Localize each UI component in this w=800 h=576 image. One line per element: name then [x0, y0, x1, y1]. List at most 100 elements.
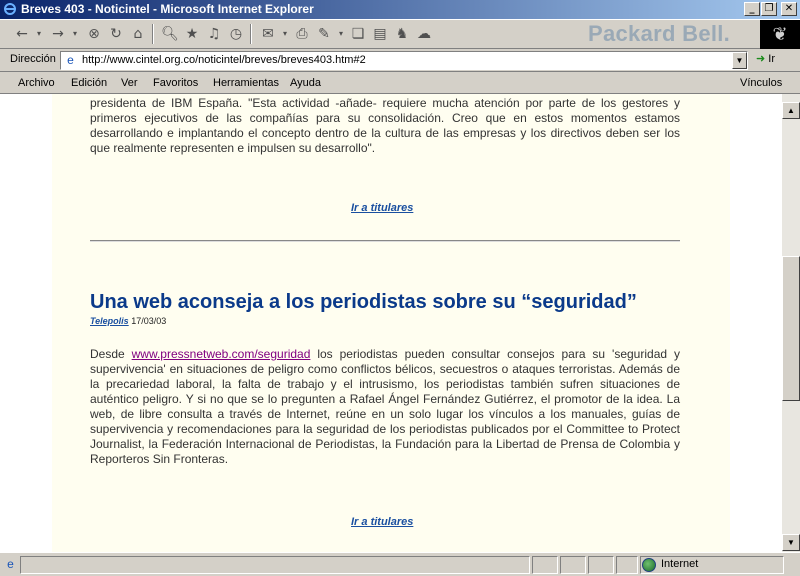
history-button[interactable]: ◷: [226, 23, 246, 45]
scroll-thumb[interactable]: [782, 256, 800, 401]
messenger-icon: ♞: [395, 26, 409, 42]
restore-icon: ❐: [764, 3, 774, 14]
research-button[interactable]: ▤: [370, 23, 390, 45]
stop-button[interactable]: ⊗: [84, 23, 104, 45]
address-input[interactable]: e http://www.cintel.org.co/noticintel/br…: [60, 51, 748, 70]
back-to-headlines-link[interactable]: Ir a titulares: [351, 202, 413, 214]
edit-dropdown[interactable]: ▾: [336, 23, 346, 45]
source-date: 17/03/03: [131, 316, 167, 326]
body-text: los periodistas pueden consultar consejo…: [90, 347, 680, 466]
minimize-icon: _: [749, 3, 755, 14]
history-icon: ◷: [229, 26, 243, 42]
scroll-down-button[interactable]: ▼: [782, 534, 800, 551]
status-pane-2: [532, 556, 558, 574]
page-viewport[interactable]: presidenta de IBM España. "Esta activida…: [0, 94, 782, 552]
home-icon: ⌂: [133, 26, 143, 42]
vertical-scrollbar[interactable]: ▲ ▼: [782, 94, 800, 552]
close-icon: ✕: [784, 3, 794, 14]
toolbar-separator: [250, 24, 252, 44]
menu-bar: Archivo Edición Ver Favoritos Herramient…: [0, 72, 800, 94]
print-icon: ⎙: [296, 26, 308, 42]
chevron-down-icon: ▾: [72, 29, 77, 38]
chevron-down-icon: ▼: [735, 56, 744, 65]
page-status-icon: e: [7, 557, 14, 571]
back-button[interactable]: ←: [10, 23, 34, 45]
standard-toolbar: ← ▾ → ▾ ⊗ ↻ ⌂ 🔍︎ ★ ♫ ◷ ✉ ▾ ⎙ ✎ ▾ ❏ ▤ ♞ ☁…: [0, 19, 800, 49]
forward-dropdown[interactable]: ▾: [70, 23, 80, 45]
throbber-logo: ❦: [760, 20, 800, 49]
research-icon: ▤: [373, 26, 387, 42]
menu-archivo[interactable]: Archivo: [18, 77, 55, 89]
menu-favoritos[interactable]: Favoritos: [153, 77, 198, 89]
menu-edicion[interactable]: Edición: [71, 77, 107, 89]
messenger-button[interactable]: ♞: [392, 23, 412, 45]
restore-button[interactable]: ❐: [761, 2, 777, 16]
search-button[interactable]: 🔍︎: [160, 23, 180, 45]
discuss-button[interactable]: ❏: [348, 23, 368, 45]
menu-ayuda[interactable]: Ayuda: [290, 77, 321, 89]
previous-article-paragraph: presidenta de IBM España. "Esta activida…: [90, 96, 680, 155]
status-bar: e Internet: [0, 552, 800, 576]
home-button[interactable]: ⌂: [128, 23, 148, 45]
mail-dropdown[interactable]: ▾: [280, 23, 290, 45]
address-label: Dirección: [10, 53, 56, 65]
media-button[interactable]: ♫: [204, 23, 224, 45]
body-lead: Desde: [90, 347, 132, 361]
forward-button[interactable]: →: [46, 23, 70, 45]
print-button[interactable]: ⎙: [292, 23, 312, 45]
internet-zone-icon: [642, 558, 656, 572]
favorites-button[interactable]: ★: [182, 23, 202, 45]
arrow-down-icon: ▼: [787, 538, 795, 547]
back-to-headlines-link-2[interactable]: Ir a titulares: [351, 516, 413, 528]
article-source: Telepolis 17/03/03: [90, 316, 166, 326]
edit-icon: ✎: [318, 26, 330, 42]
stop-icon: ⊗: [88, 26, 100, 42]
back-icon: ←: [16, 26, 28, 42]
forward-icon: →: [52, 26, 64, 42]
close-button[interactable]: ✕: [781, 2, 797, 16]
favorites-icon: ★: [185, 26, 199, 42]
chat-icon: ☁: [417, 26, 431, 42]
go-button[interactable]: ➜ Ir: [756, 52, 775, 65]
edit-button[interactable]: ✎: [314, 23, 334, 45]
go-label: Ir: [768, 53, 776, 65]
pressnetweb-link[interactable]: www.pressnetweb.com/seguridad: [132, 347, 311, 361]
chat-button[interactable]: ☁: [414, 23, 434, 45]
media-icon: ♫: [207, 26, 221, 42]
discuss-icon: ❏: [351, 26, 365, 42]
article-body: Desde www.pressnetweb.com/seguridad los …: [90, 347, 680, 467]
page-icon: e: [67, 53, 74, 67]
minimize-button[interactable]: _: [744, 2, 760, 16]
security-zone-label: Internet: [661, 558, 699, 570]
scroll-up-button[interactable]: ▲: [782, 102, 800, 119]
window-title: Breves 403 - Noticintel - Microsoft Inte…: [21, 2, 314, 16]
brand-logo-text: Packard Bell.: [588, 21, 731, 46]
title-bar: Breves 403 - Noticintel - Microsoft Inte…: [0, 0, 800, 19]
back-dropdown[interactable]: ▾: [34, 23, 44, 45]
address-url[interactable]: http://www.cintel.org.co/noticintel/brev…: [82, 54, 366, 66]
status-pane-5: [616, 556, 638, 574]
links-toolbar-button[interactable]: Vínculos: [740, 77, 782, 89]
refresh-button[interactable]: ↻: [106, 23, 126, 45]
search-icon: 🔍︎: [161, 26, 179, 42]
chevron-down-icon: ▾: [36, 29, 41, 38]
address-dropdown[interactable]: ▼: [732, 52, 747, 69]
article-headline: Una web aconseja a los periodistas sobre…: [90, 291, 637, 313]
menu-ver[interactable]: Ver: [121, 77, 138, 89]
status-text-pane: [20, 556, 530, 574]
section-divider: [90, 240, 680, 242]
chevron-down-icon: ▾: [282, 29, 287, 38]
status-pane-4: [588, 556, 614, 574]
source-link[interactable]: Telepolis: [90, 316, 129, 326]
address-bar: Dirección e http://www.cintel.org.co/not…: [0, 49, 800, 72]
go-arrow-icon: ➜: [756, 53, 766, 65]
internet-explorer-icon: [4, 3, 16, 15]
chevron-down-icon: ▾: [338, 29, 343, 38]
refresh-icon: ↻: [110, 26, 122, 42]
arrow-up-icon: ▲: [787, 106, 795, 115]
toolbar-separator: [152, 24, 154, 44]
status-pane-3: [560, 556, 586, 574]
menu-herramientas[interactable]: Herramientas: [213, 77, 279, 89]
mail-icon: ✉: [262, 26, 274, 42]
mail-button[interactable]: ✉: [258, 23, 278, 45]
